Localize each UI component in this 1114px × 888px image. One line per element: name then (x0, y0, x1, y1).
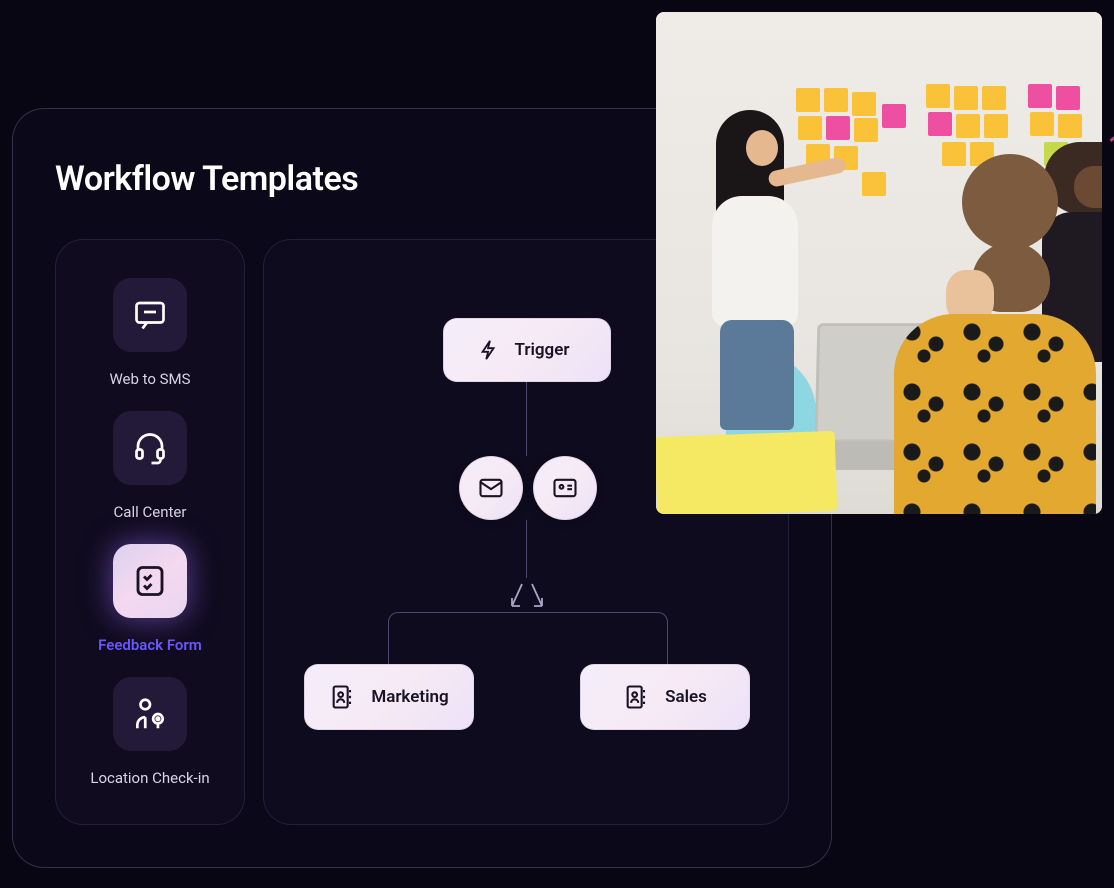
chat-icon (113, 278, 187, 352)
connector-line (526, 520, 527, 578)
template-location-checkin[interactable]: Location Check-in (90, 677, 209, 787)
node-marketing[interactable]: Marketing (304, 664, 474, 730)
node-label: Sales (665, 687, 707, 707)
contact-book-icon (623, 683, 651, 711)
template-label: Feedback Form (98, 636, 202, 654)
template-label: Call Center (114, 503, 187, 521)
connector-line (526, 382, 527, 456)
id-card-icon (551, 474, 579, 502)
split-arrows (508, 580, 546, 612)
contact-book-icon (329, 683, 357, 711)
node-label: Marketing (371, 687, 448, 707)
middle-node-row (459, 456, 597, 520)
checklist-icon (113, 544, 187, 618)
template-feedback-form[interactable]: Feedback Form (98, 544, 202, 654)
lightning-icon (478, 337, 500, 363)
node-trigger[interactable]: Trigger (443, 318, 611, 382)
mail-icon (477, 474, 505, 502)
node-email[interactable] (459, 456, 523, 520)
template-call-center[interactable]: Call Center (113, 411, 187, 521)
node-sales[interactable]: Sales (580, 664, 750, 730)
node-id-card[interactable] (533, 456, 597, 520)
headset-icon (113, 411, 187, 485)
person-pin-icon (113, 677, 187, 751)
branch-bracket (388, 612, 668, 666)
template-label: Location Check-in (90, 769, 209, 787)
template-sidebar: Web to SMS Call Center (55, 239, 245, 825)
node-label: Trigger (514, 340, 569, 360)
template-web-to-sms[interactable]: Web to SMS (109, 278, 190, 388)
template-label: Web to SMS (109, 370, 190, 388)
hero-photo (656, 12, 1102, 514)
